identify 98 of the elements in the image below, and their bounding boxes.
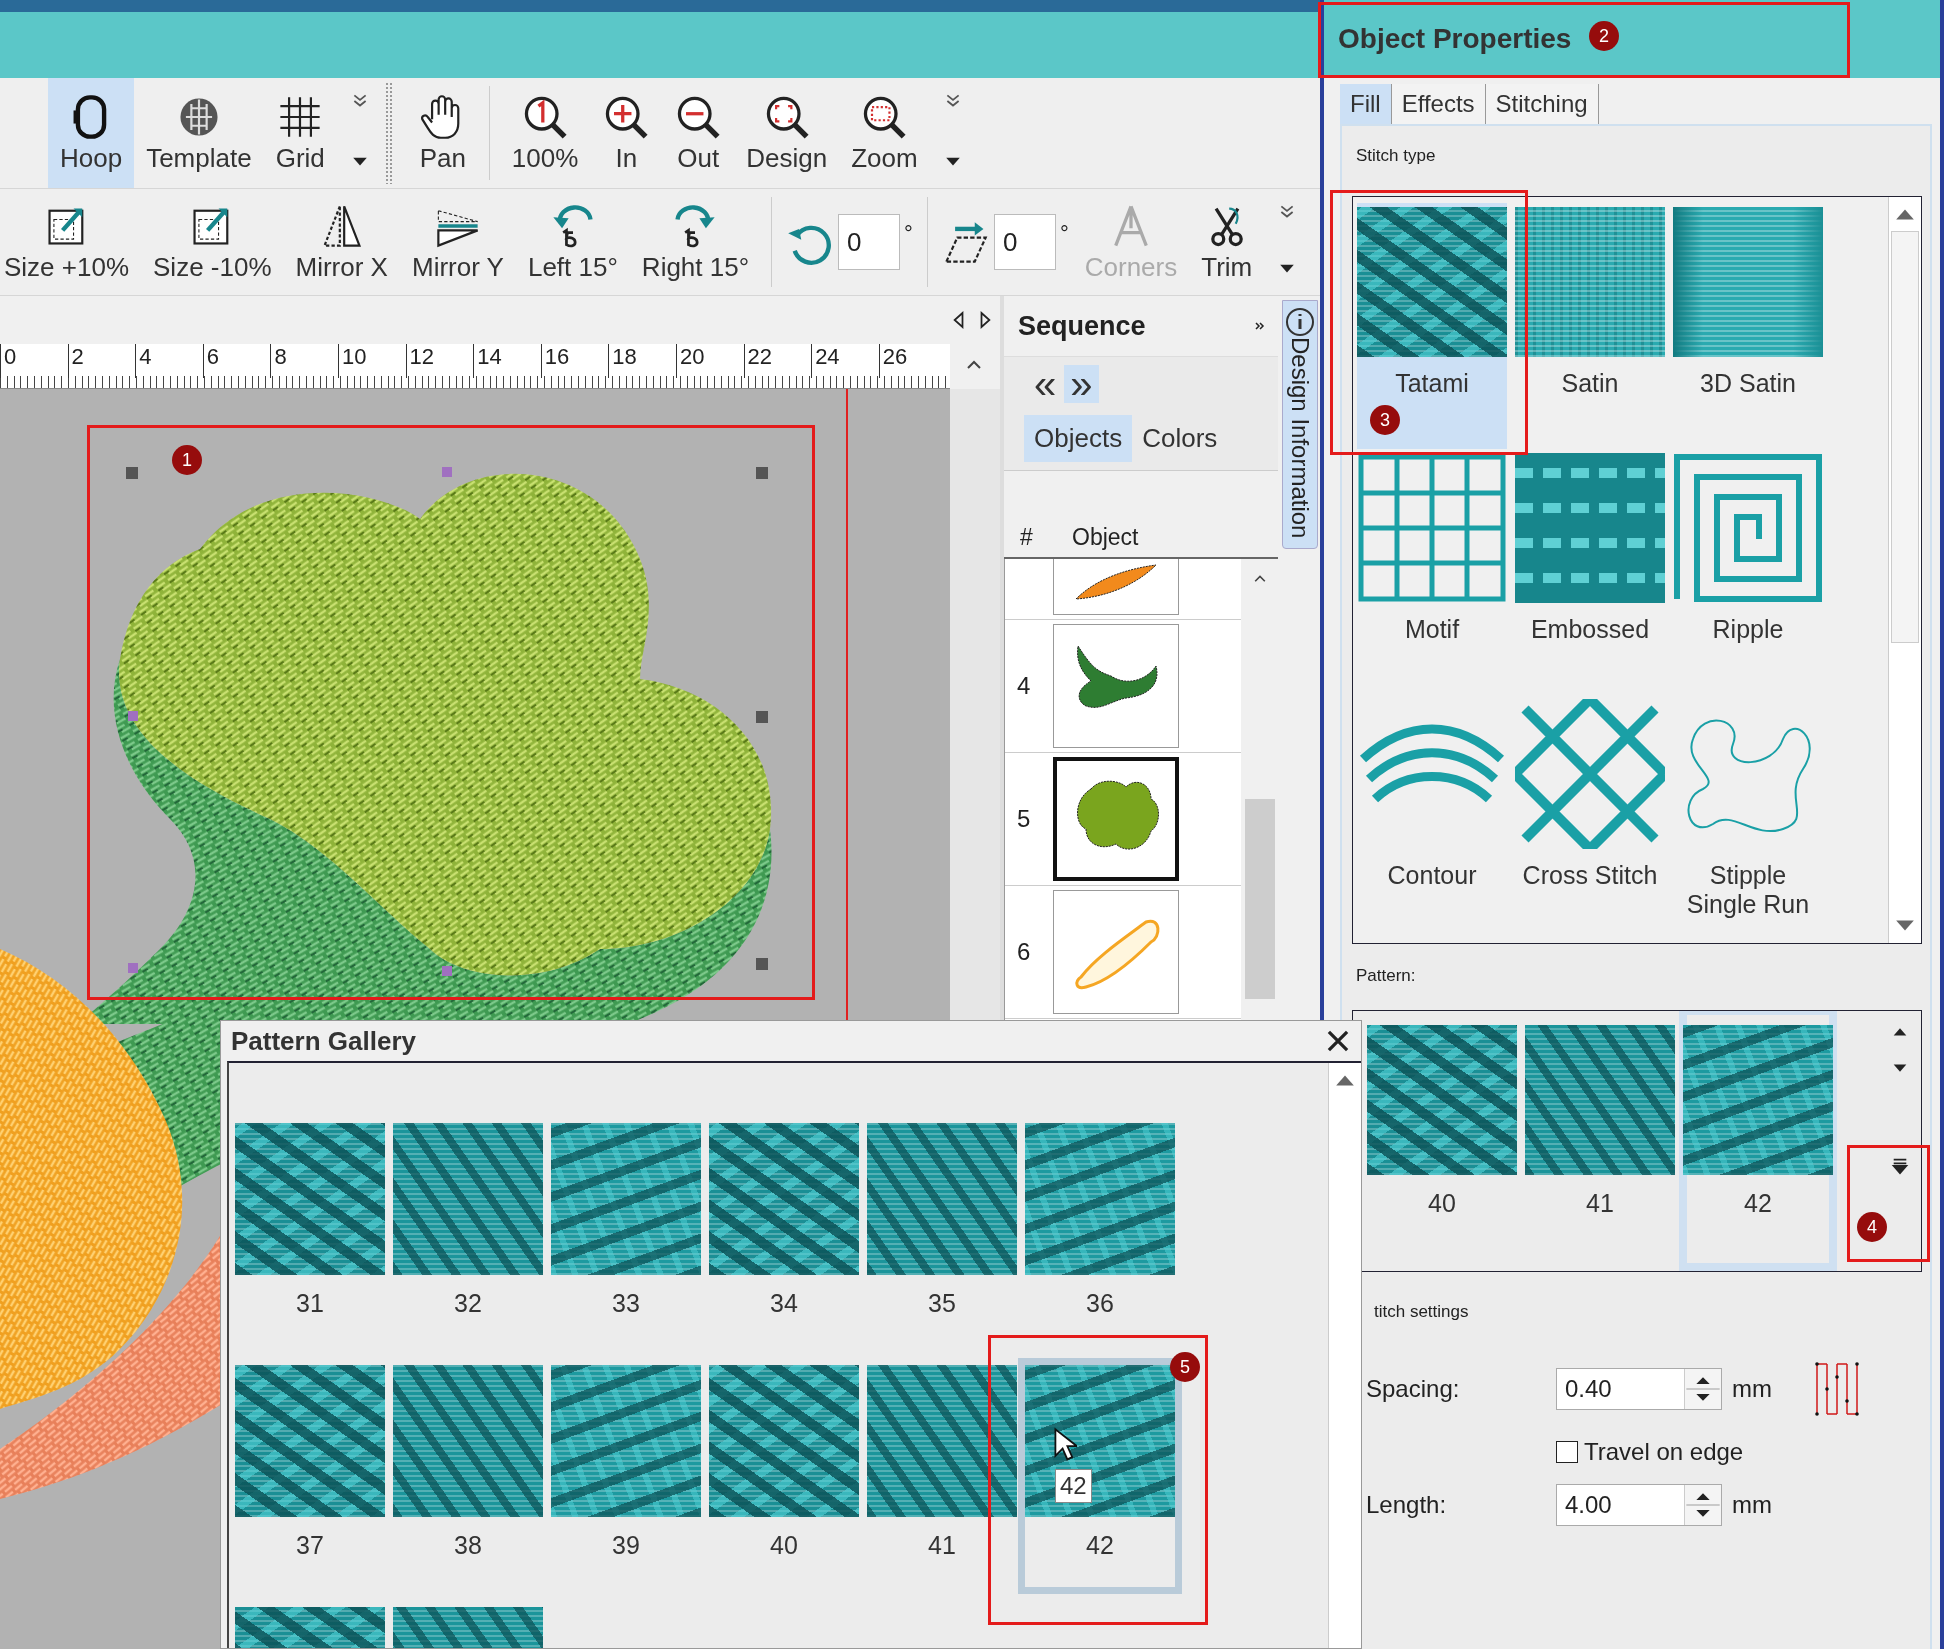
ruler-label: 24 <box>811 344 879 378</box>
pattern-option[interactable]: 31 <box>235 1123 385 1365</box>
ruler-label: 6 <box>202 344 271 378</box>
stitch-type-option[interactable]: 3D Satin <box>1673 203 1823 449</box>
expand-icon[interactable] <box>1254 320 1266 332</box>
scroll-right-icon[interactable] <box>978 310 992 330</box>
scrollbar-thumb[interactable] <box>1244 799 1275 999</box>
ruler-label: 20 <box>675 344 744 378</box>
angle-field[interactable]: 0 <box>838 214 901 270</box>
toolbar-button[interactable]: Out <box>662 78 735 188</box>
tab[interactable]: Fill <box>1340 84 1392 124</box>
cross-stitch-icon <box>1515 699 1665 849</box>
navigation-button[interactable]: » <box>1064 365 1099 403</box>
spacing-field[interactable]: 0.40 <box>1556 1368 1722 1410</box>
ruler-label: 14 <box>473 344 541 378</box>
section-label: titch settings <box>1373 1301 1470 1322</box>
checkbox[interactable] <box>1556 1441 1578 1463</box>
pattern-option[interactable]: 33 <box>551 1123 701 1365</box>
row-number: 5 <box>1017 805 1031 832</box>
scroll-left-icon[interactable] <box>952 310 966 330</box>
navigation-button[interactable]: « <box>1028 365 1063 403</box>
toolbar-button[interactable]: Template <box>134 78 264 188</box>
pattern-option[interactable]: 34 <box>709 1123 859 1365</box>
scrollbar-thumb[interactable] <box>1891 231 1919 643</box>
tab[interactable]: Objects <box>1024 415 1133 462</box>
pattern-option[interactable]: 40 <box>709 1365 859 1607</box>
unit-label: mm <box>1732 1491 1773 1519</box>
pattern-option[interactable]: 40 <box>1363 1011 1521 1271</box>
ruler-label: 8 <box>270 344 338 378</box>
pattern-option[interactable]: 41 <box>867 1365 1017 1607</box>
length-field[interactable]: 4.00 <box>1556 1484 1722 1526</box>
angle-field[interactable]: 0 <box>993 214 1056 270</box>
toolbar-button[interactable]: Size +10% <box>0 189 142 295</box>
unit-label: mm <box>1732 1375 1773 1403</box>
pattern-option[interactable]: 42 <box>1679 1011 1837 1271</box>
toolbar-button[interactable]: Design <box>734 78 840 188</box>
section-label: Pattern: <box>1355 965 1417 987</box>
degree-unit: ° <box>1059 221 1069 247</box>
side-tab-label: Design Information <box>1286 337 1314 539</box>
stitch-type-option[interactable]: Satin <box>1515 203 1665 449</box>
tab[interactable]: Colors <box>1132 415 1228 462</box>
toolbar-button[interactable]: Mirror X <box>283 189 400 295</box>
toolbar-button[interactable]: Pan <box>406 78 479 188</box>
object-thumbnail[interactable] <box>1053 890 1179 1014</box>
dialog-title: Pattern Gallery <box>231 1025 416 1057</box>
pattern-option[interactable]: 35 <box>867 1123 1017 1365</box>
toolbar-button[interactable]: Mirror Y <box>399 189 516 295</box>
pattern-option[interactable]: 32 <box>393 1123 543 1365</box>
section-label: Stitch type <box>1355 145 1437 167</box>
row-number: 6 <box>1017 938 1031 965</box>
motif-grid-icon <box>1357 453 1507 603</box>
ruler-label: 4 <box>135 344 203 378</box>
ruler-label: 22 <box>743 344 812 378</box>
field-label: Length: <box>1366 1491 1448 1519</box>
ruler-label: 12 <box>405 344 474 378</box>
toolbar-button[interactable]: 100% <box>499 78 591 188</box>
toolbar-button[interactable]: Trim <box>1189 189 1265 295</box>
toolbar-button[interactable]: Grid <box>263 78 337 188</box>
field-label: Spacing: <box>1366 1375 1461 1403</box>
degree-unit: ° <box>904 221 913 247</box>
spiral-icon <box>1673 453 1823 603</box>
tooltip: 42 <box>1055 1469 1092 1503</box>
toolbar-button[interactable]: Right 15° <box>629 189 762 295</box>
toolbar-button[interactable]: Zoom <box>839 78 930 188</box>
checkbox-label: Travel on edge <box>1584 1438 1744 1466</box>
ruler-label: 16 <box>540 344 609 378</box>
toolbar-button[interactable]: Left 15° <box>515 189 630 295</box>
toolbar-button[interactable]: Size -10% <box>141 189 284 295</box>
column-header: # <box>1019 524 1034 551</box>
stitch-type-option[interactable]: Contour <box>1357 695 1507 941</box>
stitch-type-option[interactable]: Cross Stitch <box>1515 695 1665 941</box>
stitch-type-option[interactable]: Stipple Single Run <box>1673 695 1823 941</box>
stitch-type-option[interactable]: Motif <box>1357 449 1507 695</box>
object-thumbnail[interactable] <box>1053 624 1179 748</box>
mouse-cursor-icon <box>1053 1427 1077 1463</box>
column-header: Object <box>1071 524 1139 551</box>
stitch-type-option[interactable]: Ripple <box>1673 449 1823 695</box>
pattern-option[interactable]: 38 <box>393 1365 543 1607</box>
stitch-type-option[interactable]: Embossed <box>1515 449 1665 695</box>
panel-title: Object Properties <box>1338 23 1572 55</box>
object-thumbnail[interactable] <box>1053 757 1179 881</box>
pattern-option[interactable]: 41 <box>1521 1011 1679 1271</box>
ruler-label: 0 <box>0 344 68 378</box>
close-icon[interactable] <box>1325 1028 1351 1054</box>
pattern-option[interactable]: 39 <box>551 1365 701 1607</box>
embossed-texture-icon <box>1515 453 1665 603</box>
pattern-option[interactable]: 37 <box>235 1365 385 1607</box>
row-number: 4 <box>1017 672 1031 699</box>
panel-title: Sequence <box>1018 310 1146 342</box>
ruler-label: 26 <box>878 344 947 378</box>
ruler-label: 2 <box>67 344 136 378</box>
side-tab[interactable]: Design Information <box>1282 300 1318 550</box>
ruler-label: 18 <box>608 344 676 378</box>
toolbar-button[interactable]: In <box>590 78 663 188</box>
ruler-label: 10 <box>337 344 406 378</box>
info-icon <box>1285 307 1315 337</box>
toolbar-button[interactable]: Hoop <box>48 78 135 188</box>
expand-gallery-icon[interactable] <box>1891 1157 1909 1175</box>
